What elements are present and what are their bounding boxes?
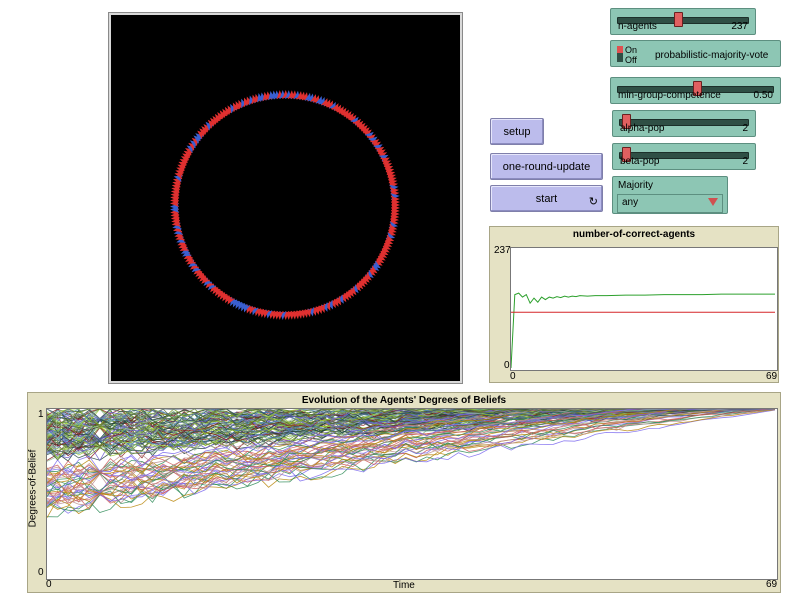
button-label: start xyxy=(535,192,558,205)
y-max-label: 1 xyxy=(38,409,44,420)
one-round-update-button[interactable]: one-round-update xyxy=(490,153,603,180)
beta-pop-slider[interactable]: beta-pop 2 xyxy=(612,143,756,170)
n-agents-slider[interactable]: n-agents 237 xyxy=(610,8,756,35)
probabilistic-majority-vote-switch[interactable]: On Off probabilistic-majority-vote xyxy=(610,40,781,67)
series-line-0 xyxy=(510,292,775,369)
x-max-label: 69 xyxy=(766,579,778,590)
switch-label: probabilistic-majority-vote xyxy=(655,50,769,61)
slider-label: alpha-pop xyxy=(620,123,665,134)
forever-icon: ↻ xyxy=(588,196,598,208)
alpha-pop-slider[interactable]: alpha-pop 2 xyxy=(612,110,756,137)
switch-on-label: On xyxy=(625,45,638,55)
chooser-label: Majority xyxy=(618,180,654,191)
slider-value: 2 xyxy=(742,123,748,134)
chooser-value: any xyxy=(622,197,639,208)
plot-area xyxy=(46,408,778,580)
setup-button[interactable]: setup xyxy=(490,118,544,145)
button-label: one-round-update xyxy=(502,160,591,173)
beliefs-evolution-plot: Evolution of the Agents' Degrees of Beli… xyxy=(27,392,781,593)
slider-value: 2 xyxy=(742,156,748,167)
x-max-label: 69 xyxy=(766,371,778,382)
plot-canvas xyxy=(510,292,775,369)
chooser-dropdown[interactable]: any xyxy=(617,194,723,213)
slider-label: min-group-competence xyxy=(618,90,721,101)
majority-chooser[interactable]: Majority any xyxy=(612,176,728,214)
plot-title: number-of-correct-agents xyxy=(572,229,696,240)
plot-canvas xyxy=(46,408,776,518)
switch-toggle[interactable] xyxy=(617,46,623,62)
slider-value: 0.50 xyxy=(753,90,773,101)
agents-ring xyxy=(170,90,400,320)
y-min-label: 0 xyxy=(38,567,44,578)
slider-label: n-agents xyxy=(618,21,657,32)
switch-off-label: Off xyxy=(625,55,637,65)
y-max-label: 237 xyxy=(494,245,511,256)
x-min-label: 0 xyxy=(510,371,516,382)
plot-area xyxy=(510,247,778,371)
slider-handle[interactable] xyxy=(674,12,684,27)
x-axis-label: Time xyxy=(393,580,415,591)
start-button[interactable]: start ↻ xyxy=(490,185,603,212)
world-view[interactable] xyxy=(108,12,463,384)
slider-label: beta-pop xyxy=(620,156,660,167)
min-group-competence-slider[interactable]: min-group-competence 0.50 xyxy=(610,77,781,104)
x-min-label: 0 xyxy=(46,579,52,590)
plot-title: Evolution of the Agents' Degrees of Beli… xyxy=(301,395,507,406)
correct-agents-plot: number-of-correct-agents 237 0 0 69 xyxy=(489,226,779,383)
y-min-label: 0 xyxy=(504,360,510,371)
slider-value: 237 xyxy=(731,21,748,32)
dropdown-arrow-icon[interactable] xyxy=(708,198,718,206)
y-axis-label: Degrees-of-Belief xyxy=(27,449,39,528)
button-label: setup xyxy=(503,125,531,138)
